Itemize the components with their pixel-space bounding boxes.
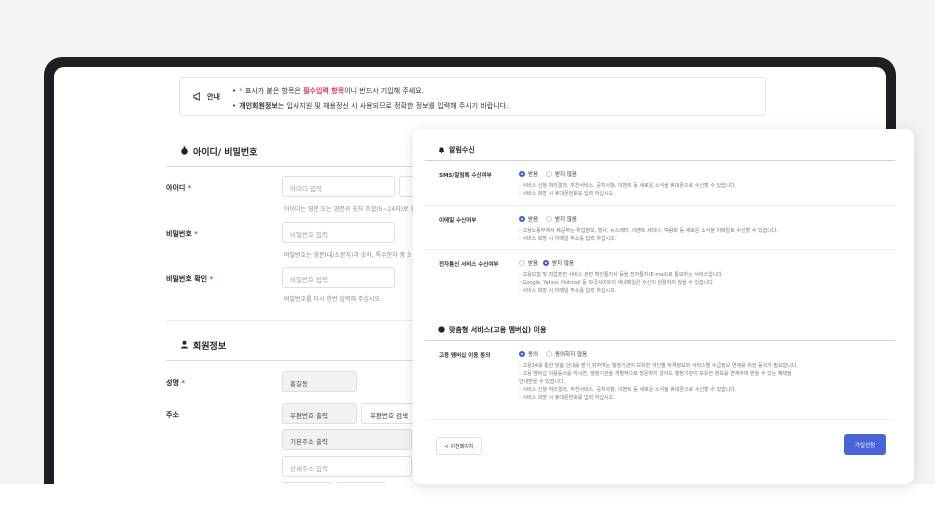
megaphone-icon xyxy=(193,92,200,101)
notice-label: 안내 xyxy=(207,93,220,101)
sms-yes-radio[interactable]: 받음 xyxy=(519,170,538,178)
section-divider xyxy=(166,166,416,167)
row-divider xyxy=(425,205,895,206)
password-confirm-help: 비밀번호를 다시 한번 입력해 주십시오. xyxy=(284,296,382,303)
previous-page-button[interactable]: < 이전페이지 xyxy=(436,437,482,455)
email-no-radio[interactable]: 받지 않음 xyxy=(546,215,577,223)
page-bottom xyxy=(0,484,935,508)
notice-line-2: • 개인회원정보는 입사지원 및 채용정신 시 사용되므로 정확한 정보를 입력해… xyxy=(232,102,509,110)
email-yes-radio[interactable]: 받음 xyxy=(519,215,538,223)
member-section-title: 회원정보 xyxy=(193,342,227,352)
password-confirm-input[interactable]: 비밀번호 입력 xyxy=(282,267,395,288)
sms-note: - 서비스 신청 처리결과, 추천서비스, 공지사항, 이벤트 등 새로운 소식… xyxy=(519,183,737,189)
password-confirm-label: 비밀번호 확인 * xyxy=(166,275,214,283)
membership-icon xyxy=(438,326,445,333)
notification-section-title: 알림수신 xyxy=(449,146,475,154)
email-note: - 서비스 희망 시 이메일 주소를 입력 하십시오. xyxy=(519,236,617,242)
membership-section-title: 맞춤형 서비스(고용 멤버십) 이용 xyxy=(449,326,547,334)
edoc-yes-radio[interactable]: 받음 xyxy=(519,259,538,267)
row-divider xyxy=(425,249,895,250)
detail-address-input[interactable]: 상세주소 입력 xyxy=(282,456,412,477)
row-divider xyxy=(425,419,895,420)
membership-note: - 고용 멤버십 이용동의를 하시면, 행정기관을 개별적으로 방문하지 않아도… xyxy=(519,371,792,377)
notice-line-1: • * 표시가 붙은 항목은 필수입력 항목이니 반드시 기입해 주세요. xyxy=(232,87,424,95)
edoc-note: - Google, Yahoo, Hotmail 등 외국사이트의 새내메일은 … xyxy=(519,280,715,286)
membership-note: - 서비스 희망 시 휴대폰번호를 입력 하십시오. xyxy=(519,395,615,401)
notice-box: 안내 • * 표시가 붙은 항목은 필수입력 항목이니 반드시 기입해 주세요. … xyxy=(179,77,766,116)
password-label: 비밀번호 * xyxy=(166,230,198,238)
sms-note: - 서비스 희망 시 휴대폰번호를 입력 하십시오. xyxy=(519,191,615,197)
required-text: 필수입력 항목 xyxy=(303,87,345,95)
person-icon xyxy=(180,340,189,349)
lock-icon xyxy=(181,146,188,155)
membership-disagree-radio[interactable]: 동의하지 않음 xyxy=(546,350,587,358)
email-note: - 고용노동부에서 제공하는 취업정보, 행사, 뉴스레터, 이벤트 세미나, … xyxy=(519,228,778,234)
edoc-note: - 서비스 희망 시 이메일 주소를 입력 하십시오. xyxy=(519,288,617,294)
section-divider xyxy=(166,360,416,361)
section-divider xyxy=(425,160,895,161)
id-help: 아이디는 영문 또는 영문과 숫자 조합(5~24자)로 입 xyxy=(284,206,416,213)
name-label: 성명 * xyxy=(166,379,185,387)
notice-bold: 개인회원정보 xyxy=(239,102,278,110)
address-label: 주소 xyxy=(166,411,179,419)
notice-text: 는 입사지원 및 채용정신 시 사용되므로 정확한 정보를 입력해 주시기 바랍… xyxy=(277,102,509,110)
section-divider xyxy=(425,340,895,341)
required-mark: * xyxy=(239,87,243,95)
notice-text: 표시가 붙은 항목은 xyxy=(244,87,304,95)
zip-code-field: 우편번호 출력 xyxy=(282,403,357,424)
notice-text: 이니 반드시 기입해 주세요. xyxy=(344,87,424,95)
consent-panel: 알림수신 SMS/알림톡 수신여부 받음 받지 않음 - 서비스 신청 처리결과… xyxy=(413,129,914,484)
bell-icon xyxy=(438,147,445,153)
membership-note: - 서비스 신청 처리결과, 추천서비스, 공지사항, 이벤트 등 새로운 소식… xyxy=(519,387,737,393)
id-label: 아이디 * xyxy=(166,184,192,192)
email-label: 이메일 수신여부 xyxy=(439,218,477,224)
membership-agree-radio[interactable]: 동의 xyxy=(519,350,538,358)
edoc-note: - 고용보험 및 직업훈련 서비스 관련 확인통지서 등을 전자통지(E-mai… xyxy=(519,272,724,278)
section-divider xyxy=(166,320,416,321)
password-help: 비밀번호는 영문(대/소문자)과 숫자, 특수문자 중 3 xyxy=(284,252,411,259)
membership-note: 안내받을 수 있습니다. xyxy=(519,379,566,385)
edoc-label: 전자통신 서비스 수신여부 xyxy=(439,262,499,268)
base-address-field: 기본주소 출력 xyxy=(282,429,412,450)
edoc-no-radio[interactable]: 받지 않음 xyxy=(543,259,574,267)
password-input[interactable]: 비밀번호 입력 xyxy=(282,222,395,243)
membership-note: - 고용24를 통한 맞춤 안내를 받기 위하여는 행정기관이 보유한 개인별 … xyxy=(519,363,798,369)
name-field: 홍길동 xyxy=(282,371,357,392)
sms-no-radio[interactable]: 받지 않음 xyxy=(546,170,577,178)
join-submit-button[interactable]: 가입신청 xyxy=(844,434,886,455)
membership-label: 고용 멤버십 이용 동의 xyxy=(439,353,491,359)
sms-label: SMS/알림톡 수신여부 xyxy=(439,173,492,179)
account-section-title: 아이디/ 비밀번호 xyxy=(193,148,258,158)
id-input[interactable]: 아이디 입력 xyxy=(282,176,395,197)
